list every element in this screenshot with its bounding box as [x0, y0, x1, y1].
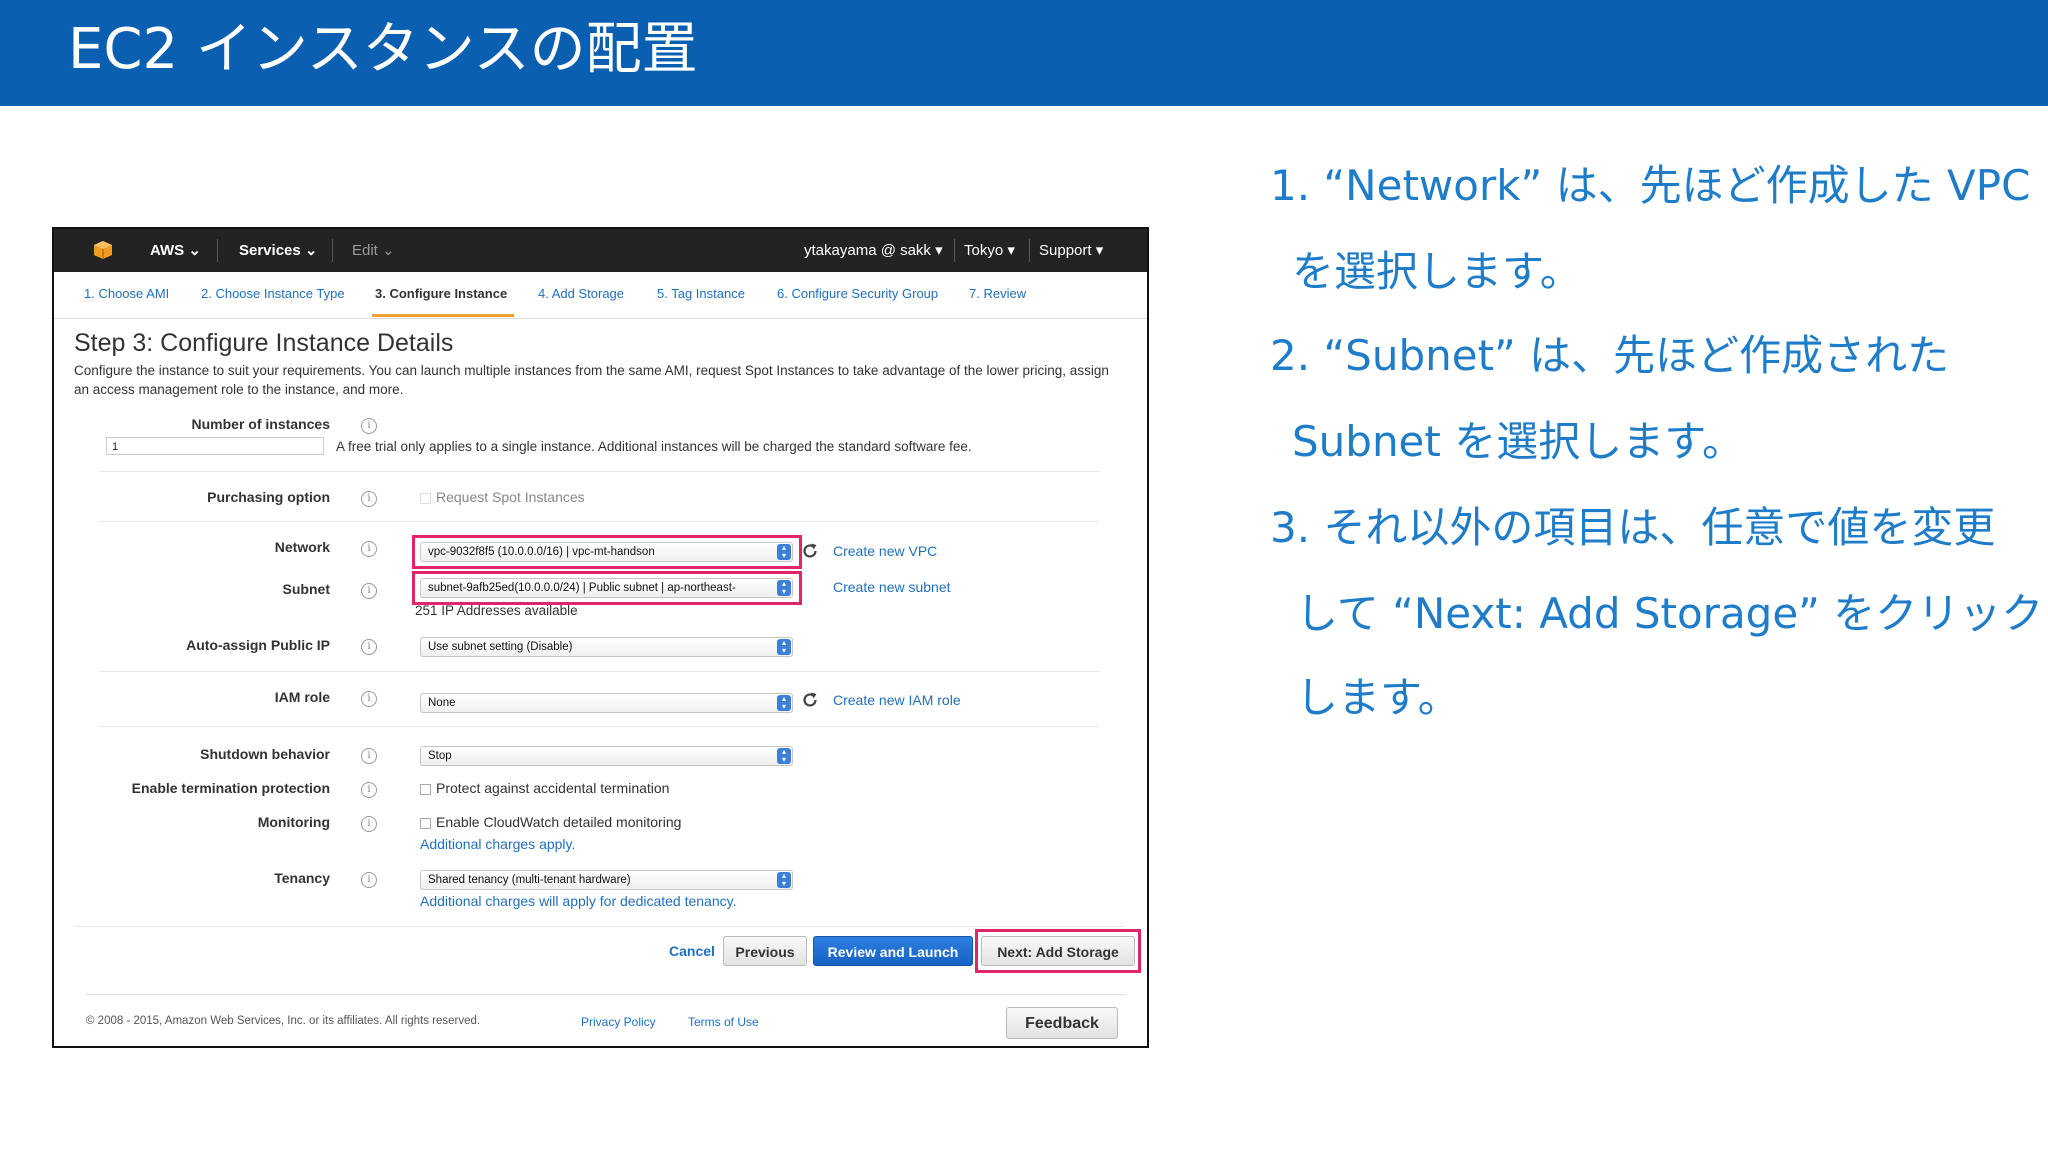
note-line: を選択します。: [1292, 247, 1582, 296]
slide-title: EC2 インスタンスの配置: [68, 17, 698, 82]
monitoring-charges-link[interactable]: Additional charges apply.: [420, 836, 575, 852]
select-arrows-icon: ▴ ▾: [777, 695, 791, 711]
step-configure-security-group[interactable]: 6. Configure Security Group: [777, 286, 938, 301]
spot-instances-checkbox[interactable]: [420, 493, 431, 504]
subnet-label: Subnet: [282, 581, 330, 597]
step-tag-instance[interactable]: 5. Tag Instance: [657, 286, 745, 301]
divider: [74, 926, 1124, 927]
nav-services-menu[interactable]: Services ⌄: [239, 229, 317, 272]
divider: [99, 521, 1099, 522]
network-highlight: [412, 535, 802, 569]
step-choose-instance-type[interactable]: 2. Choose Instance Type: [201, 286, 345, 301]
step-configure-instance[interactable]: 3. Configure Instance: [375, 286, 507, 301]
slide-header: EC2 インスタンスの配置: [0, 0, 2048, 106]
feedback-button[interactable]: Feedback: [1006, 1007, 1118, 1039]
nav-separator: [332, 239, 333, 262]
create-vpc-link[interactable]: Create new VPC: [833, 543, 937, 559]
note-line: 3. それ以外の項目は、任意で値を変更: [1270, 503, 1996, 552]
divider: [99, 471, 1099, 472]
shutdown-behavior-label: Shutdown behavior: [200, 746, 330, 762]
termination-protection-text: Protect against accidental termination: [436, 780, 670, 796]
monitoring-label: Monitoring: [257, 814, 330, 830]
refresh-icon[interactable]: [801, 691, 819, 709]
cloudwatch-monitoring-checkbox[interactable]: [420, 818, 431, 829]
termination-protection-checkbox[interactable]: [420, 784, 431, 795]
nav-separator: [1029, 239, 1030, 262]
copyright-text: © 2008 - 2015, Amazon Web Services, Inc.…: [86, 1015, 481, 1027]
previous-button[interactable]: Previous: [723, 936, 807, 966]
nav-aws-menu[interactable]: AWS ⌄: [150, 229, 201, 272]
num-instances-input[interactable]: 1: [106, 437, 324, 455]
note-line: して “Next: Add Storage” をクリック: [1296, 589, 2044, 638]
top-nav: AWS ⌄ Services ⌄ Edit ⌄ ytakayama @ sakk…: [54, 229, 1147, 272]
iam-role-label: IAM role: [274, 689, 330, 705]
select-arrows-icon: ▴ ▾: [777, 639, 791, 655]
divider: [99, 726, 1099, 727]
tenancy-label: Tenancy: [274, 870, 330, 886]
aws-logo-icon[interactable]: [92, 240, 114, 260]
create-subnet-link[interactable]: Create new subnet: [833, 579, 951, 595]
nav-user-menu[interactable]: ytakayama @ sakk ▾: [804, 229, 943, 272]
nav-separator: [954, 239, 955, 262]
cancel-button[interactable]: Cancel: [652, 936, 732, 966]
select-arrows-icon: ▴ ▾: [777, 748, 791, 764]
step-review[interactable]: 7. Review: [969, 286, 1026, 301]
info-icon[interactable]: i: [361, 782, 377, 798]
info-icon[interactable]: i: [361, 691, 377, 707]
iam-role-select[interactable]: None ▴ ▾: [420, 693, 793, 713]
info-icon[interactable]: i: [361, 491, 377, 507]
step-choose-ami[interactable]: 1. Choose AMI: [84, 286, 169, 301]
public-ip-select-value: Use subnet setting (Disable): [428, 641, 573, 653]
next-button-highlight: [975, 929, 1141, 973]
nav-region-menu[interactable]: Tokyo ▾: [964, 229, 1015, 272]
subnet-ip-count: 251 IP Addresses available: [415, 603, 578, 618]
page-description: Configure the instance to suit your requ…: [74, 363, 1109, 397]
shutdown-behavior-select[interactable]: Stop ▴ ▾: [420, 746, 793, 766]
num-instances-label: Number of instances: [191, 416, 330, 432]
review-and-launch-button[interactable]: Review and Launch: [813, 936, 973, 966]
termination-protection-label: Enable termination protection: [131, 780, 330, 796]
public-ip-select[interactable]: Use subnet setting (Disable) ▴ ▾: [420, 637, 793, 657]
note-line: します。: [1296, 673, 1460, 722]
divider: [86, 994, 1126, 995]
spot-instances-label: Request Spot Instances: [436, 489, 585, 505]
subnet-highlight: [412, 571, 802, 605]
tenancy-select[interactable]: Shared tenancy (multi-tenant hardware) ▴…: [420, 870, 793, 890]
tenancy-select-value: Shared tenancy (multi-tenant hardware): [428, 874, 631, 886]
network-label: Network: [274, 539, 330, 555]
console-screenshot: AWS ⌄ Services ⌄ Edit ⌄ ytakayama @ sakk…: [52, 227, 1149, 1048]
iam-role-select-value: None: [428, 697, 456, 709]
step-add-storage[interactable]: 4. Add Storage: [538, 286, 624, 301]
info-icon[interactable]: i: [361, 418, 377, 434]
divider: [99, 671, 1099, 672]
info-icon[interactable]: i: [361, 816, 377, 832]
nav-separator: [217, 239, 218, 262]
active-step-underline: [372, 314, 514, 317]
info-icon[interactable]: i: [361, 639, 377, 655]
note-line: 1. “Network” は、先ほど作成した VPC: [1270, 161, 2031, 210]
tenancy-charges-link[interactable]: Additional charges will apply for dedica…: [420, 893, 736, 909]
select-arrows-icon: ▴ ▾: [777, 872, 791, 888]
info-icon[interactable]: i: [361, 872, 377, 888]
note-line: 2. “Subnet” は、先ほど作成された: [1270, 331, 1950, 380]
page-title: Step 3: Configure Instance Details: [74, 329, 454, 357]
nav-edit-menu[interactable]: Edit ⌄: [352, 229, 395, 272]
info-icon[interactable]: i: [361, 583, 377, 599]
public-ip-label: Auto-assign Public IP: [186, 637, 330, 653]
info-icon[interactable]: i: [361, 541, 377, 557]
create-iam-role-link[interactable]: Create new IAM role: [833, 692, 961, 708]
purchasing-option-label: Purchasing option: [207, 489, 330, 505]
shutdown-behavior-select-value: Stop: [428, 750, 452, 762]
terms-of-use-link[interactable]: Terms of Use: [688, 1015, 759, 1029]
privacy-policy-link[interactable]: Privacy Policy: [581, 1015, 656, 1029]
info-icon[interactable]: i: [361, 748, 377, 764]
note-line: Subnet を選択します。: [1292, 417, 1745, 466]
nav-support-menu[interactable]: Support ▾: [1039, 229, 1103, 272]
num-instances-note: A free trial only applies to a single in…: [336, 439, 972, 454]
refresh-icon[interactable]: [801, 542, 819, 560]
cloudwatch-monitoring-text: Enable CloudWatch detailed monitoring: [436, 814, 682, 830]
wizard-steps: 1. Choose AMI 2. Choose Instance Type 3.…: [54, 272, 1147, 319]
